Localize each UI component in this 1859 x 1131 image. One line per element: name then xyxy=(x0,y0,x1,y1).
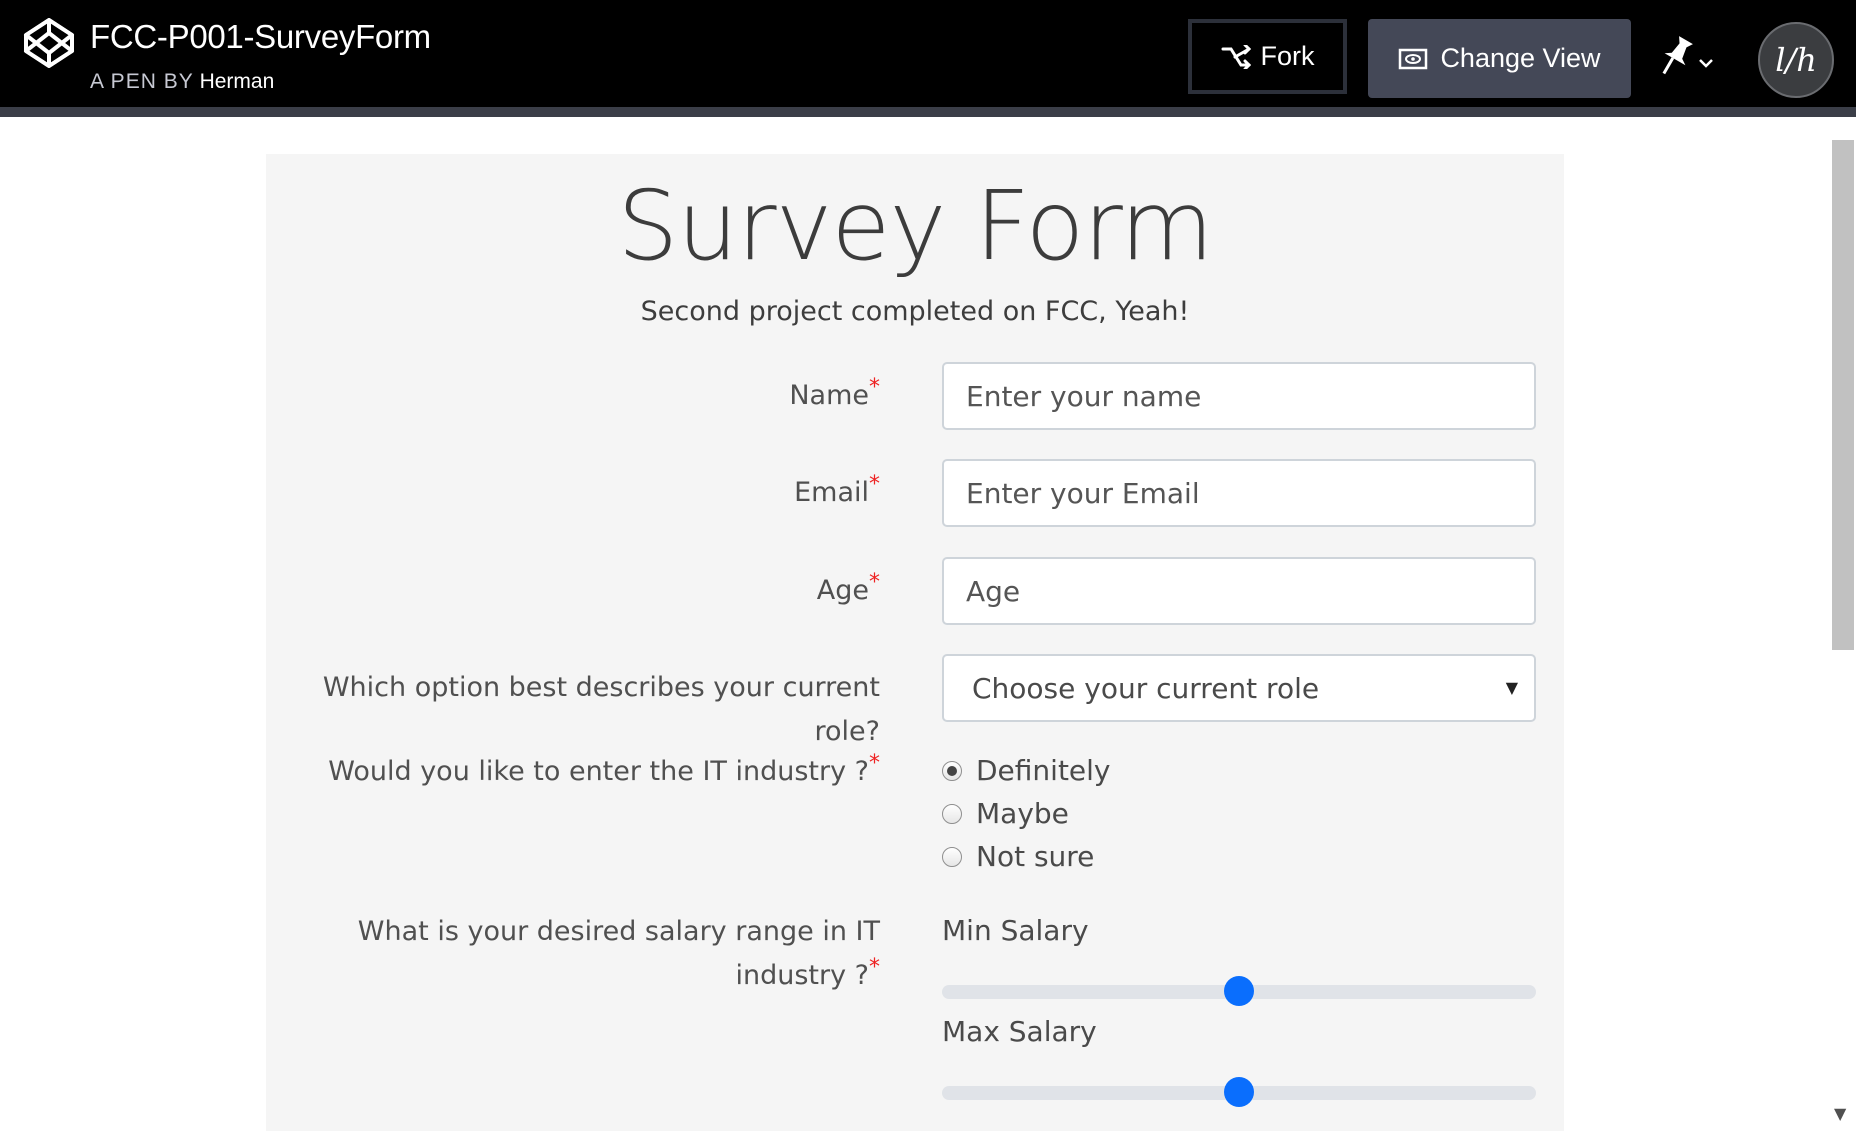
radio-button[interactable] xyxy=(942,760,962,781)
codepen-logo-icon[interactable] xyxy=(22,16,76,70)
radio-option-definitely[interactable]: Definitely xyxy=(942,754,1111,787)
radio-option-maybe[interactable]: Maybe xyxy=(942,797,1069,830)
pin-dropdown-icon[interactable] xyxy=(1650,34,1720,84)
codepen-header: FCC-P001-SurveyForm A PEN BY Herman Fork… xyxy=(0,0,1856,117)
role-selected-value: Choose your current role xyxy=(972,671,1320,705)
change-view-label: Change View xyxy=(1440,43,1601,73)
change-view-icon xyxy=(1399,48,1428,69)
author-link[interactable]: Herman xyxy=(200,70,275,93)
pen-title: FCC-P001-SurveyForm xyxy=(90,18,431,55)
fork-label: Fork xyxy=(1260,41,1315,71)
name-label: Name* xyxy=(789,375,880,412)
age-input[interactable] xyxy=(942,557,1536,625)
avatar-initials: l/h xyxy=(1775,41,1817,79)
radio-option-not-sure[interactable]: Not sure xyxy=(942,840,1094,873)
age-label: Age* xyxy=(816,570,880,607)
email-input[interactable] xyxy=(942,459,1536,527)
change-view-button[interactable]: Change View xyxy=(1368,19,1631,98)
max-salary-label: Max Salary xyxy=(942,1015,1097,1048)
form-description: Second project completed on FCC, Yeah! xyxy=(640,296,1190,327)
radio-button[interactable] xyxy=(942,803,962,824)
role-select[interactable]: Choose your current role ▼ xyxy=(942,654,1536,722)
pen-by-label: A PEN BY xyxy=(90,70,194,93)
user-avatar[interactable]: l/h xyxy=(1758,22,1834,98)
pen-author-line: A PEN BY Herman xyxy=(90,70,274,94)
header-divider xyxy=(0,107,1856,117)
fork-button[interactable]: Fork xyxy=(1188,19,1347,94)
it-industry-label: Would you like to enter the IT industry … xyxy=(328,751,880,788)
radio-label: Maybe xyxy=(976,797,1069,830)
role-label: Which option best describes your current… xyxy=(322,672,880,747)
email-label: Email* xyxy=(794,472,880,509)
name-input[interactable] xyxy=(942,362,1536,430)
form-title: Survey Form xyxy=(617,170,1213,282)
salary-label: What is your desired salary range in IT … xyxy=(357,916,880,991)
radio-label: Definitely xyxy=(976,754,1111,787)
survey-form-card: Survey Form Second project completed on … xyxy=(266,154,1564,1131)
radio-button[interactable] xyxy=(942,846,962,867)
fork-icon xyxy=(1221,44,1251,69)
radio-label: Not sure xyxy=(976,840,1095,873)
chevron-down-icon: ▼ xyxy=(1505,678,1518,697)
scrollbar-thumb[interactable] xyxy=(1832,140,1854,650)
max-salary-slider[interactable] xyxy=(942,1077,1536,1107)
min-salary-slider[interactable] xyxy=(942,976,1536,1006)
min-salary-slider-thumb[interactable] xyxy=(1224,976,1254,1006)
max-salary-slider-thumb[interactable] xyxy=(1224,1077,1254,1107)
min-salary-label: Min Salary xyxy=(942,914,1089,947)
scroll-down-arrow-icon[interactable]: ▼ xyxy=(1834,1104,1846,1123)
